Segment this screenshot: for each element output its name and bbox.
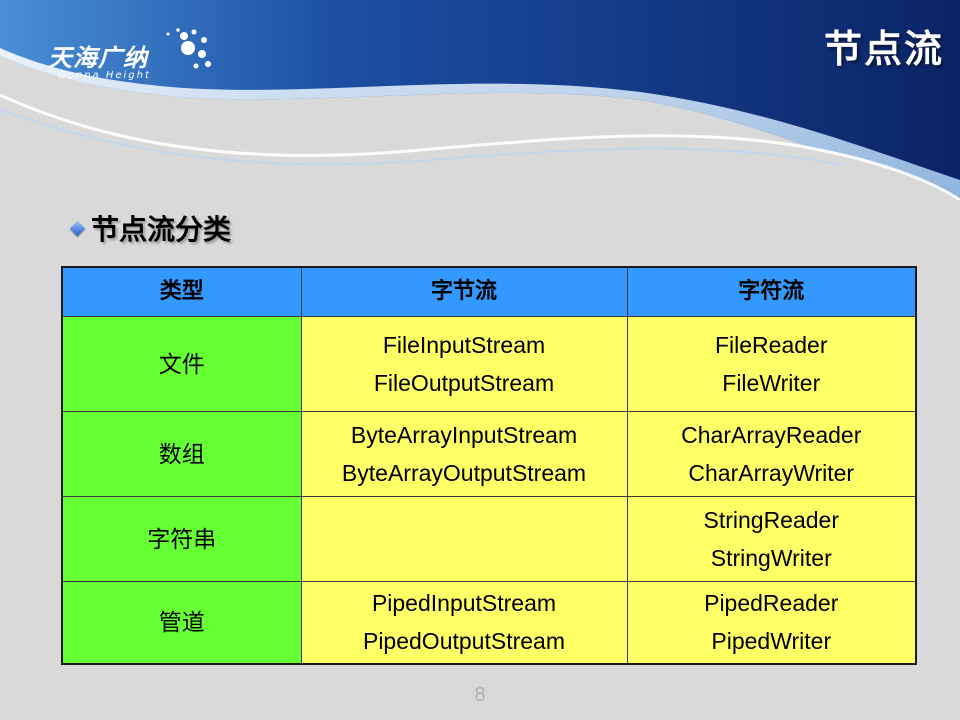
cell-line: FileOutputStream (373, 370, 555, 396)
cell-line: PipedWriter (711, 628, 832, 655)
cell-line: FileWriter (722, 370, 821, 396)
byte-stream-cell: ByteArrayInputStream ByteArrayOutputStre… (300, 411, 628, 497)
char-stream-cell: StringReader StringWriter (626, 496, 917, 582)
cell-line: PipedOutputStream (362, 628, 565, 655)
header-byte-stream: 字节流 (300, 266, 628, 317)
node-stream-table: 类型 字节流 字符流 文件 FileInputStream FileOutput… (61, 266, 917, 665)
cell-line: ByteArrayInputStream (350, 422, 578, 448)
table-row: 管道 PipedInputStream PipedOutputStream Pi… (61, 581, 917, 664)
page-number: 8 (474, 684, 486, 706)
logo-text-cn: 天海广纳 (48, 44, 148, 72)
table-row: 数组 ByteArrayInputStream ByteArrayOutputS… (61, 411, 917, 497)
table-header-row: 类型 字节流 字符流 (61, 266, 917, 317)
char-stream-cell: CharArrayReader CharArrayWriter (626, 411, 917, 497)
type-cell: 字符串 (61, 496, 302, 582)
cell-line: StringReader (703, 507, 840, 533)
cell-line: FileReader (715, 332, 828, 358)
cell-line: CharArrayReader (681, 422, 862, 448)
header-char-stream: 字符流 (626, 266, 917, 317)
header-type: 类型 (61, 266, 302, 317)
cell-line: StringWriter (710, 545, 832, 571)
table-row: 字符串 StringReader StringWriter (61, 496, 917, 582)
char-stream-cell: FileReader FileWriter (626, 316, 917, 412)
cell-line: PipedReader (704, 590, 839, 617)
cell-line: FileInputStream (382, 332, 546, 358)
byte-stream-cell (300, 496, 628, 582)
section-heading-text: 节点流分类 (91, 213, 232, 246)
type-cell: 文件 (61, 316, 302, 412)
type-cell: 管道 (61, 581, 302, 664)
byte-stream-cell: FileInputStream FileOutputStream (300, 316, 628, 412)
logo-text-en: Gonna Height (58, 70, 151, 81)
type-cell: 数组 (61, 411, 302, 497)
cell-line: PipedInputStream (371, 590, 557, 617)
table-row: 文件 FileInputStream FileOutputStream File… (61, 316, 917, 412)
diamond-bullet-icon (69, 220, 86, 236)
cell-line: CharArrayWriter (688, 460, 855, 486)
char-stream-cell: PipedReader PipedWriter (626, 581, 917, 664)
slide-title: 节点流 (823, 27, 944, 71)
section-heading: 节点流分类 (69, 208, 232, 248)
byte-stream-cell: PipedInputStream PipedOutputStream (300, 581, 628, 664)
cell-line: ByteArrayOutputStream (341, 460, 587, 486)
